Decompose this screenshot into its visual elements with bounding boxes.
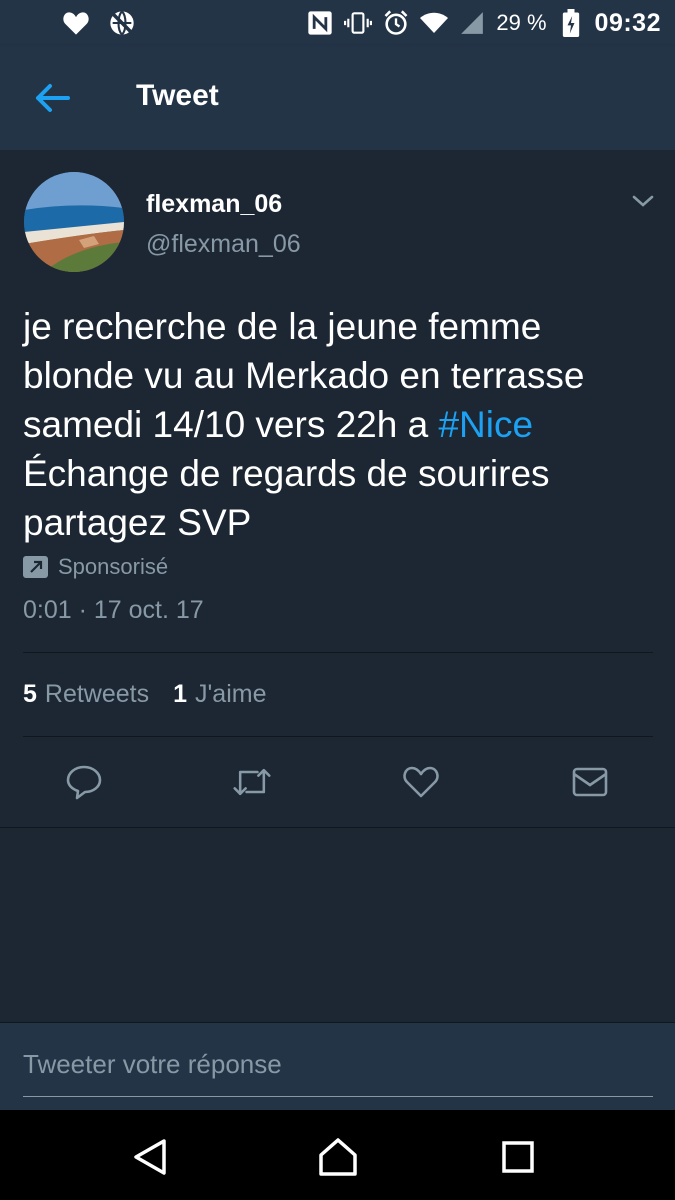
nfc-icon <box>306 9 334 37</box>
tweet-stats: 5 Retweets 1 J'aime <box>23 680 267 709</box>
signal-icon <box>458 9 486 37</box>
square-recents-icon <box>502 1141 534 1173</box>
no-sync-icon <box>108 9 136 37</box>
reply-input[interactable]: Tweeter votre réponse <box>23 1049 653 1097</box>
back-arrow-icon <box>36 84 70 112</box>
android-nav-bar <box>0 1110 675 1200</box>
tweet-actions <box>0 760 675 806</box>
nav-home-button[interactable] <box>316 1135 360 1179</box>
likes-count: 1 <box>173 680 188 708</box>
nav-back-button[interactable] <box>128 1135 172 1179</box>
tweet-text-segment: samedi 14/10 vers 22h a <box>23 404 439 445</box>
tweet-text-line: partagez SVP <box>23 502 252 543</box>
tweet-text-line: je recherche de la jeune femme <box>23 306 542 347</box>
reply-icon <box>66 765 102 800</box>
tweet-text-line: Échange de regards de sourires <box>23 453 550 494</box>
back-button[interactable] <box>34 80 72 116</box>
like-button[interactable] <box>401 760 441 804</box>
reply-button[interactable] <box>64 760 104 804</box>
retweets-stat[interactable]: 5 Retweets <box>23 680 149 709</box>
tweet-text-line: blonde vu au Merkado en terrasse <box>23 355 585 396</box>
battery-percent: 29 % <box>496 10 547 35</box>
hashtag-link[interactable]: #Nice <box>438 404 533 445</box>
user-handle[interactable]: @flexman_06 <box>146 230 301 259</box>
divider <box>23 736 653 737</box>
home-icon <box>319 1138 357 1176</box>
tweet-timestamp: 0:01 · 17 oct. 17 <box>23 596 204 624</box>
reply-bar: Tweeter votre réponse <box>0 1022 675 1111</box>
message-button[interactable] <box>570 760 610 804</box>
chevron-down-icon <box>632 195 654 207</box>
promoted-label: Sponsorisé <box>58 554 169 579</box>
status-bar: 29 % 09:32 <box>0 0 675 46</box>
vibrate-icon <box>344 9 373 37</box>
divider <box>23 652 653 653</box>
like-icon <box>403 766 439 798</box>
tweet-menu-button[interactable] <box>630 190 656 212</box>
message-icon <box>572 767 608 797</box>
avatar[interactable] <box>24 172 124 272</box>
promoted-icon <box>23 556 48 578</box>
promoted-indicator: Sponsorisé <box>23 554 168 580</box>
retweets-count: 5 <box>23 680 37 708</box>
alarm-icon <box>382 9 410 37</box>
nav-recents-button[interactable] <box>496 1135 540 1179</box>
display-name[interactable]: flexman_06 <box>146 190 282 219</box>
triangle-back-icon <box>134 1139 166 1175</box>
tweet-detail: flexman_06 @flexman_06 je recherche de l… <box>0 150 675 828</box>
tweet-text-line: samedi 14/10 vers 22h a #Nice <box>23 400 653 449</box>
retweet-button[interactable] <box>232 760 272 804</box>
clock: 09:32 <box>594 8 661 37</box>
tweet-text: je recherche de la jeune femme blonde vu… <box>23 302 653 547</box>
heart-icon <box>62 9 90 37</box>
likes-stat[interactable]: 1 J'aime <box>173 680 266 709</box>
page-title: Tweet <box>136 79 219 112</box>
app-bar: Tweet <box>0 46 675 150</box>
battery-charging-icon <box>557 9 585 37</box>
likes-label: J'aime <box>195 680 267 708</box>
retweet-icon <box>233 768 271 796</box>
retweets-label: Retweets <box>44 680 150 708</box>
wifi-icon <box>420 9 449 37</box>
